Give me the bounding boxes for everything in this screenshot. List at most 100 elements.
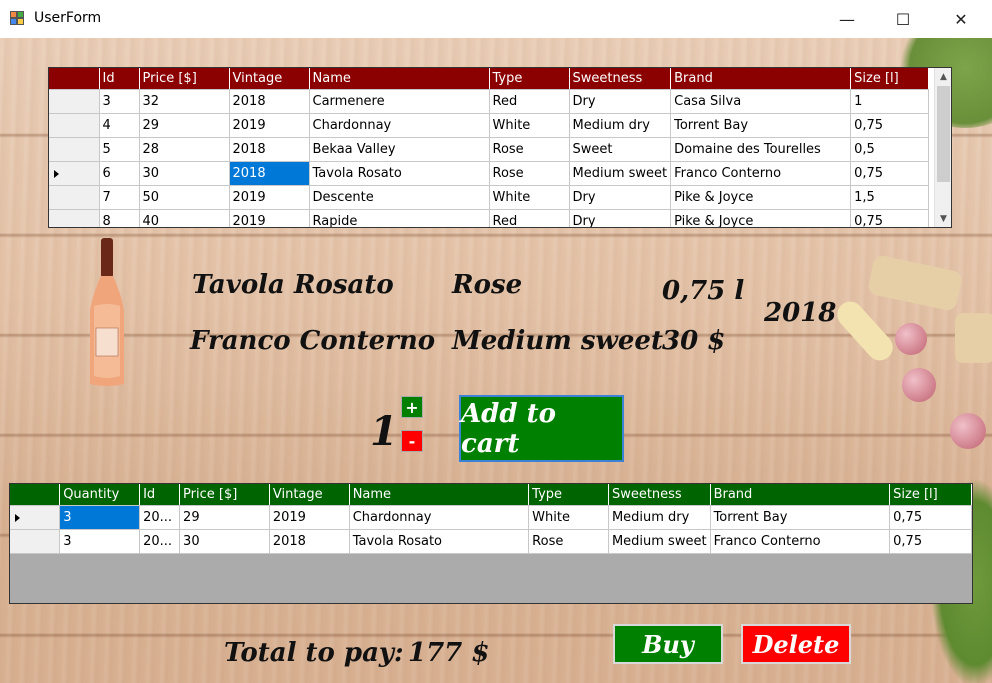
cell-sweetness[interactable]: Medium sweet (569, 161, 672, 186)
buy-button[interactable]: Buy (613, 624, 723, 664)
add-to-cart-button[interactable]: Add to cart (459, 395, 624, 462)
cell-sweetness[interactable]: Medium sweet (608, 529, 711, 554)
wines-grid-scrollbar[interactable]: ▲ ▼ (934, 68, 951, 227)
row-header[interactable] (49, 161, 100, 186)
column-header-sweetness[interactable]: Sweetness (608, 484, 711, 506)
row-header[interactable] (10, 529, 61, 554)
cell-name[interactable]: Rapide (309, 209, 490, 227)
column-header-brand[interactable]: Brand (710, 484, 891, 506)
delete-button[interactable]: Delete (741, 624, 851, 664)
cell-size[interactable]: 0,75 (889, 505, 972, 530)
cell-id[interactable]: 5 (99, 137, 140, 162)
cart-grid[interactable]: Quantity Id Price [$] Vintage Name Type … (9, 483, 973, 604)
minimize-button[interactable]: — (824, 0, 870, 38)
column-header-size[interactable]: Size [l] (850, 68, 930, 90)
cell-brand[interactable]: Casa Silva (670, 89, 852, 114)
wines-row[interactable]: 6 30 2018 Tavola Rosato Rose Medium sweet Fran… (49, 161, 930, 186)
row-header[interactable] (49, 113, 100, 138)
column-header-type[interactable]: Type (528, 484, 609, 506)
cell-price[interactable]: 28 (139, 137, 230, 162)
cell-sweetness[interactable]: Medium dry (569, 113, 672, 138)
column-header-type[interactable]: Type (489, 68, 570, 90)
cell-sweetness[interactable]: Sweet (569, 137, 672, 162)
scroll-up-icon[interactable]: ▲ (935, 68, 951, 85)
cell-type[interactable]: Red (489, 89, 570, 114)
close-button[interactable]: ✕ (938, 0, 984, 38)
row-header[interactable] (49, 137, 100, 162)
cell-id[interactable]: 7 (99, 185, 140, 210)
column-header-brand[interactable]: Brand (670, 68, 852, 90)
cell-brand[interactable]: Pike & Joyce (670, 209, 852, 227)
cell-vintage[interactable]: 2019 (269, 505, 350, 530)
cell-name[interactable]: Bekaa Valley (309, 137, 490, 162)
row-header[interactable] (10, 505, 61, 530)
cell-quantity[interactable]: 3 (59, 529, 141, 554)
cell-name[interactable]: Descente (309, 185, 490, 210)
cell-size[interactable]: 1 (850, 89, 930, 114)
cell-vintage[interactable]: 2019 (229, 113, 310, 138)
cell-id[interactable]: 6 (99, 161, 140, 186)
cell-id[interactable]: 3 (99, 89, 140, 114)
cart-row[interactable]: 3 20... 29 2019 Chardonnay White Medium dry Tor… (10, 505, 972, 530)
cell-size[interactable]: 0,75 (850, 113, 930, 138)
column-header-id[interactable]: Id (99, 68, 140, 90)
cell-price[interactable]: 30 (139, 161, 230, 186)
cell-type[interactable]: Rose (489, 161, 570, 186)
cell-price[interactable]: 29 (179, 505, 270, 530)
cell-sweetness[interactable]: Dry (569, 209, 672, 227)
column-header-name[interactable]: Name (309, 68, 490, 90)
cell-id[interactable]: 20... (139, 529, 181, 554)
cell-type[interactable]: Red (489, 209, 570, 227)
row-header[interactable] (49, 209, 100, 227)
cell-type[interactable]: Rose (528, 529, 609, 554)
cell-vintage[interactable]: 2018 (229, 89, 310, 114)
cell-brand[interactable]: Torrent Bay (710, 505, 891, 530)
decrease-quantity-button[interactable]: - (401, 430, 423, 452)
cell-name[interactable]: Chardonnay (349, 505, 530, 530)
cell-price[interactable]: 50 (139, 185, 230, 210)
row-header[interactable] (49, 185, 100, 210)
wines-grid[interactable]: Id Price [$] Vintage Name Type Sweetness… (48, 67, 952, 228)
cell-type[interactable]: Rose (489, 137, 570, 162)
cell-name[interactable]: Chardonnay (309, 113, 490, 138)
cell-vintage[interactable]: 2018 (229, 161, 310, 186)
column-header-sweetness[interactable]: Sweetness (569, 68, 672, 90)
cell-brand[interactable]: Franco Conterno (710, 529, 891, 554)
cell-brand[interactable]: Domaine des Tourelles (670, 137, 852, 162)
cell-type[interactable]: White (528, 505, 609, 530)
cell-id[interactable]: 8 (99, 209, 140, 227)
cell-vintage[interactable]: 2018 (229, 137, 310, 162)
cell-sweetness[interactable]: Dry (569, 185, 672, 210)
increase-quantity-button[interactable]: + (401, 396, 423, 418)
scroll-down-icon[interactable]: ▼ (935, 210, 951, 227)
cell-price[interactable]: 30 (179, 529, 270, 554)
cell-brand[interactable]: Franco Conterno (670, 161, 852, 186)
cell-id[interactable]: 20... (139, 505, 181, 530)
cell-id[interactable]: 4 (99, 113, 140, 138)
column-header-price[interactable]: Price [$] (179, 484, 270, 506)
cell-price[interactable]: 40 (139, 209, 230, 227)
cell-price[interactable]: 29 (139, 113, 230, 138)
column-header-id[interactable]: Id (139, 484, 181, 506)
scroll-thumb[interactable] (937, 86, 950, 182)
cell-size[interactable]: 1,5 (850, 185, 930, 210)
wines-row[interactable]: 3 32 2018 Carmenere Red Dry Casa Silva 1 (49, 89, 930, 114)
cell-price[interactable]: 32 (139, 89, 230, 114)
column-header-vintage[interactable]: Vintage (229, 68, 310, 90)
column-header-price[interactable]: Price [$] (139, 68, 230, 90)
cell-size[interactable]: 0,75 (889, 529, 972, 554)
cell-name[interactable]: Carmenere (309, 89, 490, 114)
cell-quantity[interactable]: 3 (59, 505, 141, 530)
column-header-name[interactable]: Name (349, 484, 530, 506)
cell-size[interactable]: 0,75 (850, 161, 930, 186)
cell-brand[interactable]: Pike & Joyce (670, 185, 852, 210)
maximize-button[interactable]: ☐ (880, 0, 926, 38)
column-header-quantity[interactable]: Quantity (59, 484, 141, 506)
wines-row[interactable]: 5 28 2018 Bekaa Valley Rose Sweet Domaine des … (49, 137, 930, 162)
cell-brand[interactable]: Torrent Bay (670, 113, 852, 138)
cart-row[interactable]: 3 20... 30 2018 Tavola Rosato Rose Medium swee… (10, 529, 972, 554)
cell-name[interactable]: Tavola Rosato (349, 529, 530, 554)
wines-row[interactable]: 7 50 2019 Descente White Dry Pike & Joyce 1,5 (49, 185, 930, 210)
cell-size[interactable]: 0,75 (850, 209, 930, 227)
cell-sweetness[interactable]: Dry (569, 89, 672, 114)
